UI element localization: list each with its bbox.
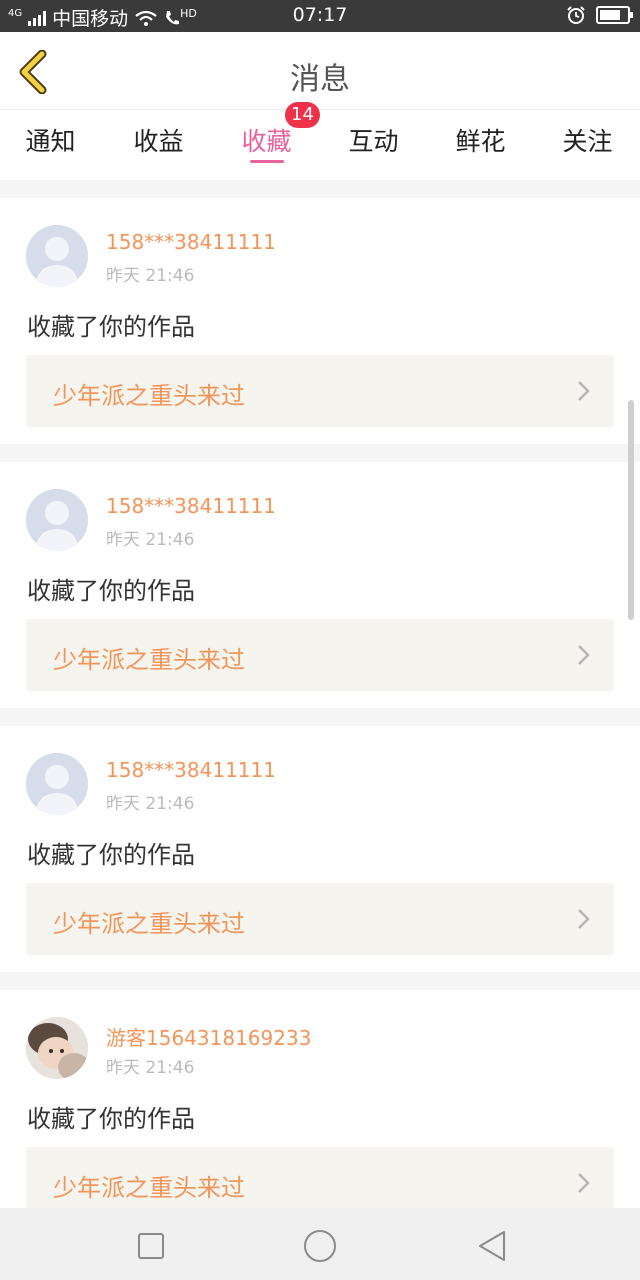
status-right [566, 5, 634, 25]
page-title: 消息 [290, 62, 350, 97]
app-header: 消息 [0, 32, 640, 110]
system-nav-bar [0, 1208, 640, 1280]
default-avatar-icon [26, 753, 88, 815]
message-text: 收藏了你的作品 [27, 1105, 195, 1133]
tab-follow[interactable]: 关注 [534, 122, 640, 158]
tab-notice[interactable]: 通知 [0, 122, 104, 158]
username[interactable]: 158***38411111 [106, 494, 276, 518]
message-text: 收藏了你的作品 [27, 577, 195, 605]
message-card[interactable]: 158***38411111 昨天 21:46 收藏了你的作品 少年派之重头来过 [0, 726, 640, 972]
work-link[interactable]: 少年派之重头来过 [26, 355, 614, 427]
chevron-right-icon [578, 645, 590, 665]
unread-badge: 14 [285, 102, 320, 128]
avatar[interactable] [26, 489, 88, 551]
work-title: 少年派之重头来过 [53, 646, 245, 674]
message-time: 昨天 21:46 [106, 530, 195, 550]
photo-avatar-icon [26, 1017, 88, 1079]
message-text: 收藏了你的作品 [27, 313, 195, 341]
work-link[interactable]: 少年派之重头来过 [26, 619, 614, 691]
message-card[interactable]: 游客1564318169233 昨天 21:46 收藏了你的作品 少年派之重头来… [0, 990, 640, 1236]
tab-interaction[interactable]: 互动 [320, 122, 427, 158]
battery-icon [596, 6, 633, 24]
tab-earnings[interactable]: 收益 [105, 122, 212, 158]
active-tab-indicator [250, 160, 284, 163]
chevron-right-icon [578, 381, 590, 401]
username[interactable]: 158***38411111 [106, 230, 276, 254]
chevron-right-icon [578, 1173, 590, 1193]
username[interactable]: 游客1564318169233 [106, 1022, 311, 1051]
default-avatar-icon [26, 225, 88, 287]
work-title: 少年派之重头来过 [53, 1174, 245, 1202]
scrollbar[interactable] [628, 400, 634, 620]
message-text: 收藏了你的作品 [27, 841, 195, 869]
username[interactable]: 158***38411111 [106, 758, 276, 782]
default-avatar-icon [26, 489, 88, 551]
tab-flowers[interactable]: 鲜花 [427, 122, 534, 158]
chevron-right-icon [578, 909, 590, 929]
status-bar: 4G 中国移动 HD 07:17 [0, 0, 640, 32]
alarm-icon [567, 6, 585, 24]
message-time: 昨天 21:46 [106, 1058, 195, 1078]
avatar[interactable] [26, 1017, 88, 1079]
message-card[interactable]: 158***38411111 昨天 21:46 收藏了你的作品 少年派之重头来过 [0, 462, 640, 708]
message-time: 昨天 21:46 [106, 794, 195, 814]
tab-bar: 通知 收益 收藏 互动 鲜花 关注 [0, 110, 640, 180]
message-card[interactable]: 158***38411111 昨天 21:46 收藏了你的作品 少年派之重头来过 [0, 198, 640, 444]
back-icon[interactable] [472, 1226, 512, 1266]
work-link[interactable]: 少年派之重头来过 [26, 883, 614, 955]
recent-apps-icon[interactable] [131, 1226, 171, 1266]
message-time: 昨天 21:46 [106, 266, 195, 286]
home-icon[interactable] [300, 1226, 340, 1266]
work-title: 少年派之重头来过 [53, 382, 245, 410]
status-time: 07:17 [292, 4, 348, 26]
avatar[interactable] [26, 753, 88, 815]
work-title: 少年派之重头来过 [53, 910, 245, 938]
avatar[interactable] [26, 225, 88, 287]
